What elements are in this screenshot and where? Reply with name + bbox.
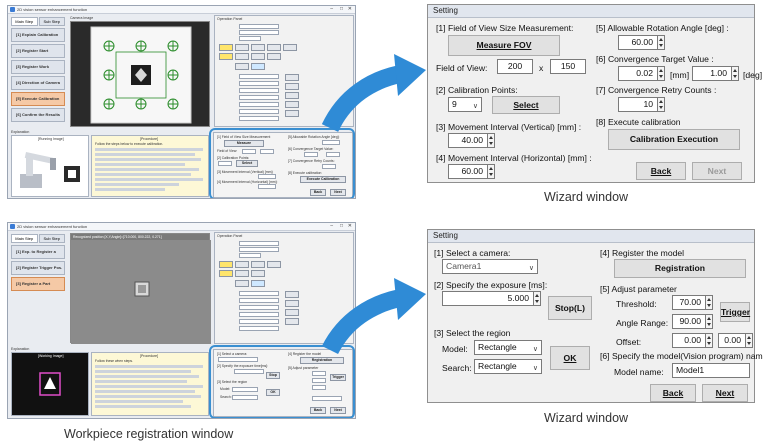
callout-arrows	[321, 54, 426, 355]
arrow-to-bottom-wizard	[321, 289, 403, 355]
arrow-to-top-wizard	[321, 65, 403, 133]
arrow-head-top	[394, 54, 426, 96]
arrow-head-bottom	[394, 278, 426, 320]
